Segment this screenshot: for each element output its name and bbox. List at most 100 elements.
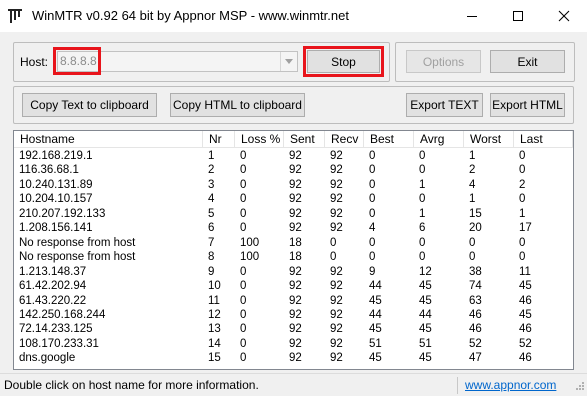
column-header-sent[interactable]: Sent: [284, 131, 325, 148]
cell-worst: 47: [469, 352, 482, 365]
cell-loss: 0: [240, 337, 247, 350]
cell-sent: 92: [289, 352, 302, 365]
table-row[interactable]: 116.36.68.1 2 0 92 92 0 0 2 0: [14, 163, 573, 178]
cell-loss: 0: [240, 222, 247, 235]
column-header-recv[interactable]: Recv: [325, 131, 364, 148]
cell-recv: 92: [330, 337, 343, 350]
copy-text-button[interactable]: Copy Text to clipboard: [22, 93, 157, 117]
cell-best: 0: [369, 236, 376, 249]
table-row[interactable]: 1.213.148.37 9 0 92 92 9 12 38 11: [14, 265, 573, 280]
table-row[interactable]: 61.42.202.94 10 0 92 92 44 45 74 45: [14, 279, 573, 294]
cell-last: 46: [519, 294, 532, 307]
cell-hostname: 10.240.131.89: [19, 178, 93, 191]
cell-recv: 92: [330, 164, 343, 177]
dropdown-arrow-icon[interactable]: [280, 52, 297, 71]
cell-worst: 1: [469, 150, 476, 162]
cell-last: 11: [519, 265, 531, 278]
cell-hostname: dns.google: [19, 352, 76, 365]
export-text-button[interactable]: Export TEXT: [406, 93, 483, 117]
cell-loss: 0: [240, 265, 247, 278]
export-html-button[interactable]: Export HTML: [490, 93, 565, 117]
table-row[interactable]: 192.168.219.1 1 0 92 92 0 0 1 0: [14, 149, 573, 164]
cell-best: 45: [369, 323, 382, 336]
cell-hostname: 10.204.10.157: [19, 193, 93, 206]
cell-hostname: 61.43.220.22: [19, 294, 87, 307]
cell-worst: 0: [469, 236, 476, 249]
cell-avrg: 45: [419, 352, 432, 365]
table-row[interactable]: 61.43.220.22 11 0 92 92 45 45 63 46: [14, 294, 573, 309]
cell-hostname: 210.207.192.133: [19, 207, 106, 220]
cell-worst: 74: [469, 280, 482, 293]
cell-nr: 12: [208, 308, 221, 321]
resize-grip-icon[interactable]: [574, 380, 585, 394]
cell-avrg: 1: [419, 178, 426, 191]
table-row[interactable]: 10.204.10.157 4 0 92 92 0 0 1 0: [14, 192, 573, 207]
cell-best: 0: [369, 207, 376, 220]
cell-worst: 20: [469, 222, 482, 235]
cell-recv: 92: [330, 294, 343, 307]
cell-last: 45: [519, 280, 532, 293]
cell-nr: 2: [208, 164, 215, 177]
table-row[interactable]: No response from host 7 100 18 0 0 0 0 0: [14, 236, 573, 251]
results-list[interactable]: Hostname Nr Loss % Sent Recv Best Avrg Worst Las…: [13, 130, 574, 370]
cell-hostname: 192.168.219.1: [19, 150, 93, 162]
cell-nr: 13: [208, 323, 221, 336]
cell-best: 4: [369, 222, 376, 235]
cell-nr: 9: [208, 265, 215, 278]
cell-hostname: 142.250.168.244: [19, 308, 106, 321]
status-bar: Double click on host name for more infor…: [0, 373, 587, 396]
cell-loss: 0: [240, 164, 247, 177]
cell-hostname: 72.14.233.125: [19, 323, 93, 336]
column-header-last[interactable]: Last: [514, 131, 573, 148]
cell-sent: 92: [289, 265, 302, 278]
exit-button[interactable]: Exit: [490, 50, 565, 73]
cell-nr: 8: [208, 251, 215, 264]
cell-avrg: 0: [419, 164, 426, 177]
maximize-button[interactable]: [495, 0, 541, 32]
column-header-worst[interactable]: Worst: [464, 131, 514, 148]
cell-avrg: 1: [419, 207, 426, 220]
column-header-loss[interactable]: Loss %: [235, 131, 284, 148]
minimize-button[interactable]: [449, 0, 495, 32]
table-row[interactable]: 1.208.156.141 6 0 92 92 4 6 20 17: [14, 221, 573, 236]
copy-html-button[interactable]: Copy HTML to clipboard: [170, 93, 305, 117]
table-row[interactable]: 210.207.192.133 5 0 92 92 0 1 15 1: [14, 207, 573, 222]
table-row[interactable]: 108.170.233.31 14 0 92 92 51 51 52 52: [14, 337, 573, 352]
cell-last: 2: [519, 178, 526, 191]
maximize-icon: [513, 11, 523, 21]
cell-avrg: 6: [419, 222, 426, 235]
cell-hostname: 108.170.233.31: [19, 337, 99, 350]
cell-avrg: 0: [419, 251, 426, 264]
cell-best: 0: [369, 251, 376, 264]
table-row[interactable]: 72.14.233.125 13 0 92 92 45 45 46 46: [14, 322, 573, 337]
cell-sent: 92: [289, 150, 302, 162]
table-row[interactable]: 10.240.131.89 3 0 92 92 0 1 4 2: [14, 178, 573, 193]
cell-sent: 92: [289, 308, 302, 321]
cell-worst: 46: [469, 323, 482, 336]
cell-last: 0: [519, 236, 526, 249]
table-row[interactable]: No response from host 8 100 18 0 0 0 0 0: [14, 250, 573, 265]
column-header-nr[interactable]: Nr: [203, 131, 235, 148]
cell-sent: 92: [289, 323, 302, 336]
column-header-avrg[interactable]: Avrg: [414, 131, 464, 148]
winmtr-app-icon: [7, 8, 23, 24]
cell-recv: 92: [330, 222, 343, 235]
close-button[interactable]: [541, 0, 587, 32]
cell-nr: 11: [208, 294, 220, 307]
cell-nr: 3: [208, 178, 215, 191]
cell-loss: 0: [240, 193, 247, 206]
table-row[interactable]: 142.250.168.244 12 0 92 92 44 44 46 45: [14, 308, 573, 323]
cell-recv: 92: [330, 193, 343, 206]
cell-hostname: No response from host: [19, 236, 136, 249]
cell-worst: 52: [469, 337, 482, 350]
column-header-best[interactable]: Best: [364, 131, 414, 148]
title-bar[interactable]: WinMTR v0.92 64 bit by Appnor MSP - www.…: [0, 0, 587, 32]
column-header-hostname[interactable]: Hostname: [14, 131, 203, 148]
cell-avrg: 45: [419, 323, 432, 336]
cell-best: 44: [369, 280, 382, 293]
cell-avrg: 12: [419, 265, 432, 278]
options-button[interactable]: Options: [406, 50, 481, 73]
table-row[interactable]: dns.google 15 0 92 92 45 45 47 46: [14, 351, 573, 366]
appnor-link[interactable]: www.appnor.com: [465, 378, 556, 392]
cell-sent: 92: [289, 337, 302, 350]
